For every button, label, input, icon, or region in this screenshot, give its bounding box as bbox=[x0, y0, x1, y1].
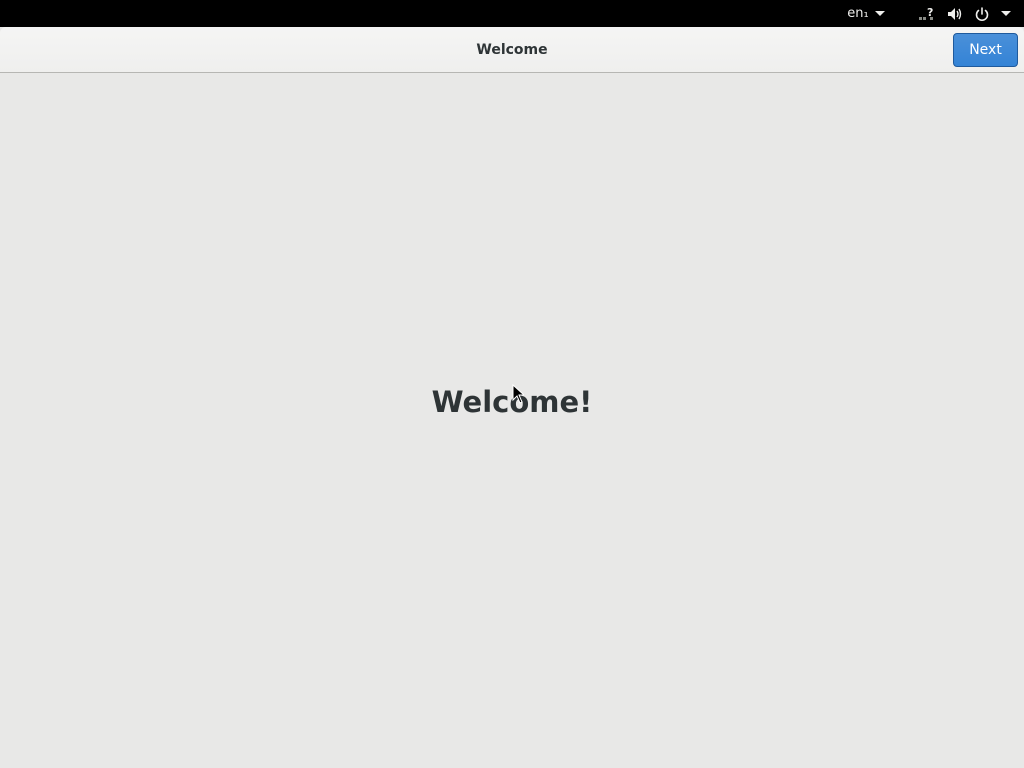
svg-text:?: ? bbox=[927, 6, 933, 19]
system-status-menu[interactable]: ? bbox=[912, 0, 1016, 27]
mouse-pointer-icon bbox=[512, 384, 524, 404]
input-source-label: en₁ bbox=[847, 6, 869, 21]
main-content: Welcome! bbox=[0, 73, 1024, 768]
power-icon bbox=[968, 0, 996, 27]
input-source-indicator[interactable]: en₁ bbox=[843, 0, 889, 27]
top-bar: en₁ ? bbox=[0, 0, 1024, 27]
chevron-down-icon bbox=[996, 0, 1016, 27]
page-title: Welcome bbox=[476, 42, 548, 58]
next-button[interactable]: Next bbox=[953, 33, 1018, 67]
network-unknown-icon: ? bbox=[912, 0, 940, 27]
volume-icon bbox=[940, 0, 968, 27]
header-bar: Welcome Next bbox=[0, 27, 1024, 73]
chevron-down-icon bbox=[874, 11, 885, 16]
